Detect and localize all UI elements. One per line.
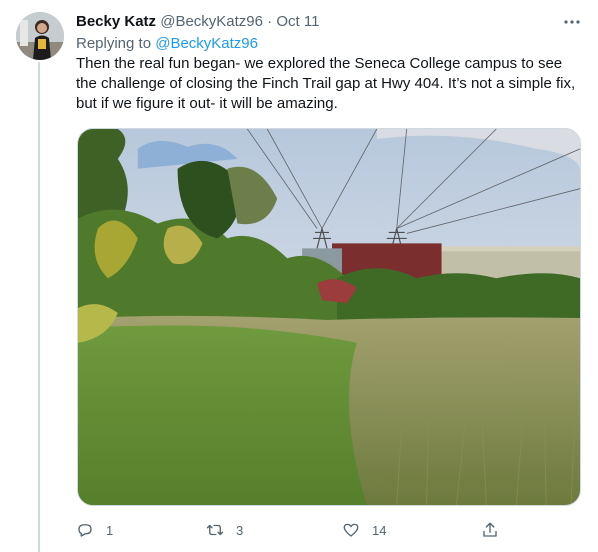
reply-count: 1 (106, 522, 114, 538)
reply-icon (76, 521, 94, 539)
tweet-photo[interactable] (77, 128, 581, 506)
retweet-icon (206, 521, 224, 539)
reply-button[interactable]: 1 (76, 518, 113, 542)
heart-icon (342, 521, 360, 539)
tweet-text: Then the real fun began- we explored the… (76, 55, 576, 112)
thread-connector-line (38, 62, 40, 552)
retweet-count: 3 (236, 522, 244, 538)
replying-to-prefix: Replying to (76, 35, 152, 52)
replying-to: Replying to @BeckyKatz96 (76, 34, 258, 54)
tweet-date[interactable]: Oct 11 (276, 13, 319, 30)
retweet-button[interactable]: 3 (206, 518, 243, 542)
more-horizontal-icon[interactable] (562, 12, 582, 32)
share-button[interactable] (481, 518, 499, 542)
replying-to-link[interactable]: @BeckyKatz96 (155, 35, 258, 52)
tweet-actions: 1 3 14 (76, 518, 506, 542)
like-count: 14 (372, 522, 387, 538)
separator-dot: · (267, 13, 273, 30)
user-handle[interactable]: @BeckyKatz96 (160, 13, 263, 30)
share-icon (481, 521, 499, 539)
avatar[interactable] (16, 12, 64, 60)
tweet-header: Becky Katz @BeckyKatz96 · Oct 11 (76, 12, 582, 32)
display-name[interactable]: Becky Katz (76, 13, 156, 30)
like-button[interactable]: 14 (342, 518, 386, 542)
